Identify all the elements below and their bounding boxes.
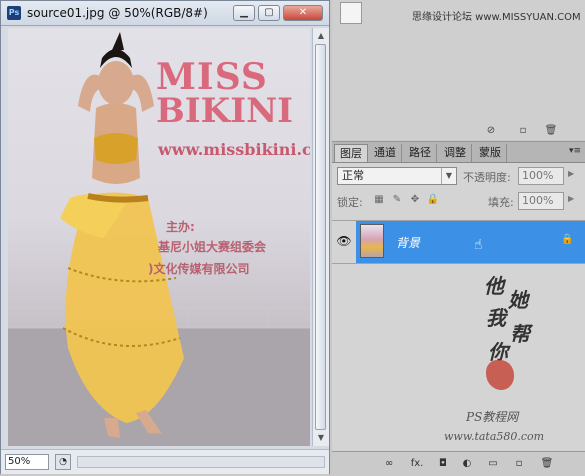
banner-line-2: 基尼小姐大赛组委会 <box>158 240 267 254</box>
signature-char-1: 他 <box>484 274 504 298</box>
document-titlebar[interactable]: Ps source01.jpg @ 50%(RGB/8#) ▁ ▢ ✕ <box>1 1 329 26</box>
signature-char-3: 我 <box>486 306 506 330</box>
banner-line-3: )文化传媒有限公司 <box>148 262 250 276</box>
chevron-down-icon: ▼ <box>441 168 456 184</box>
tab-adjustments[interactable]: 调整 <box>439 144 472 162</box>
swatch-thumbnail[interactable] <box>340 2 362 24</box>
mask-icon[interactable]: ◘ <box>436 457 450 471</box>
fill-arrow-icon[interactable]: ▶ <box>568 194 574 203</box>
signature-char-2: 她 <box>508 288 528 312</box>
maximize-button[interactable]: ▢ <box>258 5 280 21</box>
fill-field[interactable]: 100% <box>518 192 564 210</box>
vertical-scrollbar[interactable]: ▲ ▼ <box>312 28 329 446</box>
lock-position-icon[interactable]: ✥ <box>408 193 422 207</box>
horizontal-scrollbar[interactable] <box>77 456 325 468</box>
lock-icon: 🔒 <box>561 234 574 245</box>
lock-all-icon[interactable]: 🔒 <box>426 193 440 207</box>
image-canvas[interactable]: MISS BIKINI www.missbikini.cc 主办: 基尼小姐大赛… <box>8 28 310 446</box>
tab-layers[interactable]: 图层 <box>334 144 368 162</box>
document-title: source01.jpg @ 50%(RGB/8#) <box>27 6 208 20</box>
zoom-field[interactable]: 50% <box>5 454 49 470</box>
panel-menu-icon[interactable]: ▾≡ <box>569 146 581 156</box>
logo-line-1: MISS <box>156 56 268 98</box>
panel-tabs: 图层 通道 路径 调整 蒙版 ▾≡ <box>332 142 585 163</box>
logo-line-2: BIKINI <box>156 91 294 131</box>
hand-cursor-icon: ☝ <box>474 237 483 253</box>
layer-selected-area[interactable]: 背景 ☝ 🔒 <box>356 221 585 263</box>
scroll-up-icon[interactable]: ▲ <box>316 31 326 41</box>
no-icon[interactable]: ⊘ <box>484 124 498 138</box>
trash-icon[interactable]: 🗑 <box>544 124 558 138</box>
trash-icon[interactable]: 🗑 <box>540 457 554 471</box>
banner-line-1: 主办: <box>166 220 195 234</box>
layer-thumbnail[interactable] <box>360 224 384 258</box>
opacity-value: 100% <box>522 169 554 182</box>
blend-mode-value: 正常 <box>342 169 364 182</box>
status-menu-icon[interactable]: ◔ <box>55 454 71 470</box>
site-name: PS教程网 <box>466 410 519 424</box>
lock-label: 锁定: <box>337 196 363 209</box>
tab-paths[interactable]: 路径 <box>404 144 437 162</box>
layers-panel: 图层 通道 路径 调整 蒙版 ▾≡ 正常 ▼ 不透明度: 100% ▶ 锁定: … <box>332 141 585 476</box>
scroll-thumb[interactable] <box>315 44 326 430</box>
fill-value: 100% <box>522 194 554 207</box>
new-icon[interactable]: ▫ <box>516 124 530 138</box>
top-watermark: 思缘设计论坛 www.MISSYUAN.COM <box>412 12 581 23</box>
logo-url: www.missbikini.cc <box>158 140 310 159</box>
lock-transparency-icon[interactable]: ▦ <box>372 193 386 207</box>
fill-label: 填充: <box>488 196 514 209</box>
document-window: Ps source01.jpg @ 50%(RGB/8#) ▁ ▢ ✕ MISS… <box>0 0 330 474</box>
photoshop-icon: Ps <box>7 6 21 20</box>
tab-masks[interactable]: 蒙版 <box>474 144 507 162</box>
link-icon[interactable]: ∞ <box>382 457 396 471</box>
opacity-field[interactable]: 100% <box>518 167 564 185</box>
new-layer-icon[interactable]: ▫ <box>512 457 526 471</box>
lock-pixels-icon[interactable]: ✎ <box>390 193 404 207</box>
layer-row[interactable]: 👁 背景 ☝ 🔒 <box>332 220 585 264</box>
minimize-button[interactable]: ▁ <box>233 5 255 21</box>
signature-char-4: 帮 <box>510 322 530 346</box>
seal-stamp <box>486 360 514 390</box>
layers-bottom-bar: ∞ fx. ◘ ◐ ▭ ▫ 🗑 <box>332 451 585 476</box>
opacity-arrow-icon[interactable]: ▶ <box>568 169 574 178</box>
adjustment-icon[interactable]: ◐ <box>460 457 474 471</box>
scroll-down-icon[interactable]: ▼ <box>316 433 326 443</box>
site-url: www.tata580.com <box>444 430 545 443</box>
close-button[interactable]: ✕ <box>283 5 323 21</box>
fx-icon[interactable]: fx. <box>408 457 426 471</box>
layer-name[interactable]: 背景 <box>396 234 420 251</box>
folder-icon[interactable]: ▭ <box>486 457 500 471</box>
eye-icon[interactable]: 👁 <box>336 233 352 249</box>
opacity-label: 不透明度: <box>463 171 511 184</box>
tab-channels[interactable]: 通道 <box>369 144 402 162</box>
blend-mode-select[interactable]: 正常 ▼ <box>337 167 457 185</box>
document-status-bar: 50% ◔ <box>1 449 329 474</box>
